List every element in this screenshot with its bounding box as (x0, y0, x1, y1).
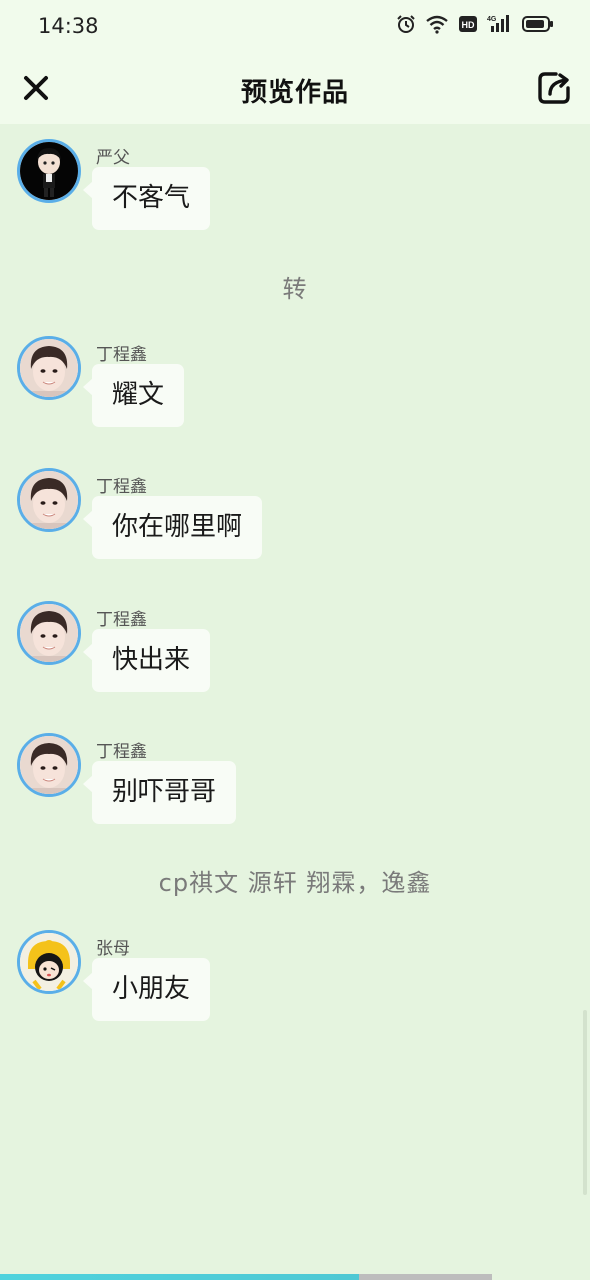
message-bubble[interactable]: 你在哪里啊 (82, 496, 263, 559)
sender-name: 丁程鑫 (96, 345, 147, 365)
progress-bar[interactable] (0, 1274, 492, 1280)
ding-chengxin-avatar[interactable] (17, 601, 81, 665)
ding-chengxin-avatar[interactable] (17, 468, 81, 532)
message-bubble[interactable]: 耀文 (82, 364, 185, 427)
message-bubble[interactable]: 快出来 (82, 629, 211, 692)
chat-message: 丁程鑫 别吓哥哥 (0, 718, 590, 824)
hd-icon: HD (459, 16, 477, 32)
chat-list[interactable]: 严父 不客气 转 丁程鑫 耀文 丁程鑫 你在哪里啊 丁程鑫 快出来 丁程鑫 别吓… (0, 124, 590, 1274)
chat-message: 丁程鑫 快出来 (0, 586, 590, 692)
chat-message: 张母 小朋友 (0, 915, 590, 1021)
page-title: 预览作品 (240, 78, 349, 108)
wifi-icon (426, 15, 448, 34)
ding-chengxin-avatar[interactable] (17, 336, 81, 400)
share-button[interactable] (536, 70, 572, 106)
sender-name: 丁程鑫 (96, 610, 147, 630)
chat-message: 严父 不客气 (0, 124, 590, 230)
alarm-icon (397, 15, 415, 33)
message-bubble[interactable]: 不客气 (82, 167, 211, 230)
battery-icon (522, 16, 553, 32)
sender-name: 严父 (96, 148, 130, 168)
message-bubble[interactable]: 小朋友 (82, 958, 211, 1021)
zhang-mu-avatar[interactable] (17, 930, 81, 994)
scrollbar[interactable] (583, 1010, 587, 1195)
svg-text:HD: HD (462, 20, 475, 30)
status-icons: HD 4G (396, 14, 554, 34)
status-time: 14:38 (38, 14, 99, 38)
chat-message: 丁程鑫 耀文 (0, 321, 590, 427)
share-icon (538, 72, 570, 104)
svg-text:4G: 4G (487, 16, 497, 23)
narration-text: 转 (282, 275, 308, 303)
nav-bar: 预览作品 (0, 52, 590, 124)
message-bubble[interactable]: 别吓哥哥 (82, 761, 237, 824)
sender-name: 张母 (96, 939, 130, 959)
progress-bar-fill (0, 1274, 360, 1280)
chat-message: 丁程鑫 你在哪里啊 (0, 453, 590, 559)
status-bar: 14:38 HD 4G (0, 0, 590, 52)
4g-signal-icon: 4G (487, 15, 509, 32)
yan-fu-avatar[interactable] (17, 139, 81, 203)
narration-text: cp祺文 源轩 翔霖，逸鑫 (158, 869, 432, 897)
ding-chengxin-avatar[interactable] (17, 733, 81, 797)
sender-name: 丁程鑫 (96, 742, 147, 762)
sender-name: 丁程鑫 (96, 477, 147, 497)
